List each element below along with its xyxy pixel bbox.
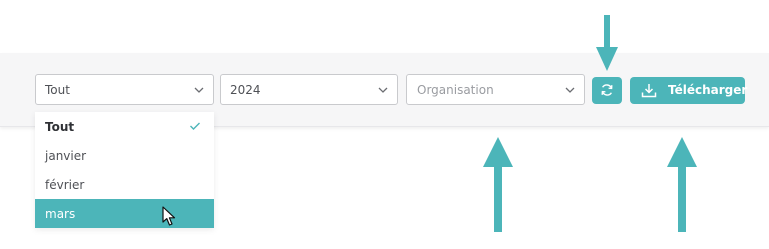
checkmark-icon	[190, 122, 200, 130]
download-button-label: Télécharger	[668, 83, 748, 97]
download-button[interactable]: Télécharger	[630, 77, 748, 104]
chevron-down-icon	[565, 87, 575, 93]
year-select[interactable]: 2024	[220, 74, 398, 105]
period-select-value: Tout	[45, 83, 70, 97]
download-icon	[641, 84, 657, 98]
annotation-arrow-up-icon	[483, 137, 513, 232]
dropdown-option-label: mars	[45, 207, 76, 221]
organisation-select-placeholder: Organisation	[417, 83, 494, 97]
refresh-icon	[601, 84, 613, 96]
dropdown-option-label: février	[45, 178, 85, 192]
dropdown-option-janvier[interactable]: janvier	[35, 141, 214, 170]
refresh-button[interactable]	[592, 77, 622, 104]
dropdown-option-tout[interactable]: Tout	[35, 112, 214, 141]
annotation-arrow-up-icon	[667, 137, 697, 232]
mouse-cursor-icon	[162, 206, 176, 226]
dropdown-option-mars[interactable]: mars	[35, 199, 214, 228]
chevron-down-icon	[194, 87, 204, 93]
dropdown-option-fevrier[interactable]: février	[35, 170, 214, 199]
year-select-value: 2024	[230, 83, 261, 97]
chevron-down-icon	[378, 87, 388, 93]
period-dropdown-menu: Tout janvier février mars	[35, 112, 214, 228]
organisation-select[interactable]: Organisation	[406, 74, 585, 105]
annotation-arrow-down-icon	[596, 15, 618, 71]
dropdown-option-label: janvier	[45, 149, 87, 163]
dropdown-option-label: Tout	[45, 120, 75, 134]
period-select[interactable]: Tout	[35, 74, 214, 105]
